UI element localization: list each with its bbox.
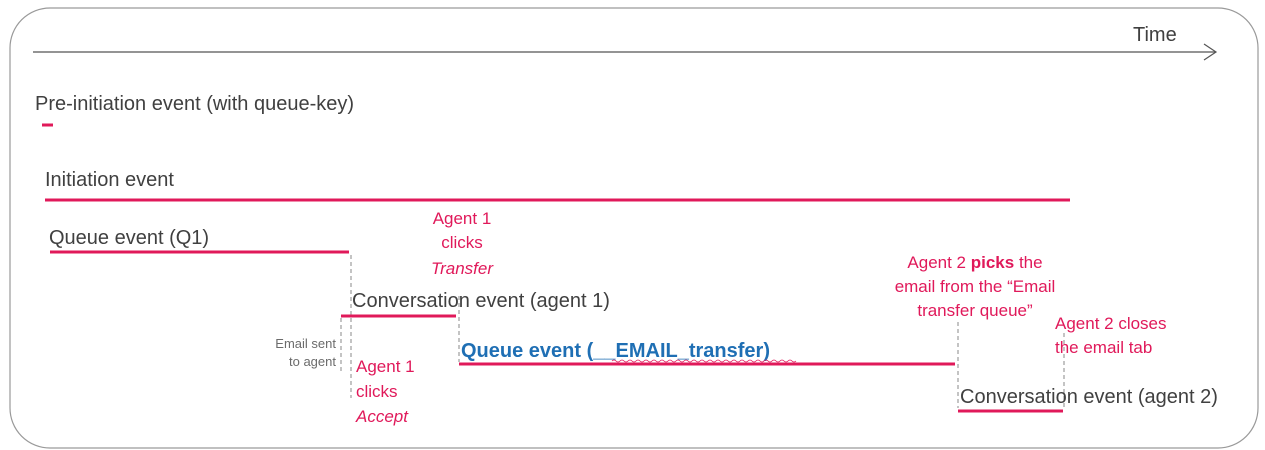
agent1-transfer-annotation-line1: Agent 1: [433, 209, 492, 228]
time-axis-label: Time: [1133, 24, 1177, 46]
agent1-accept-annotation-line1: Agent 1: [356, 357, 415, 376]
conversation-agent2-event-label: Conversation event (agent 2): [960, 386, 1218, 408]
email-sent-annotation-line2: to agent: [289, 354, 336, 369]
agent1-transfer-annotation-line2: clicks: [441, 233, 483, 252]
email-sent-annotation-line1: Email sent: [275, 336, 336, 351]
queue-email-transfer-event-label: Queue event (__EMAIL_transfer): [461, 340, 770, 362]
agent2-picks-annotation-line2: email from the “Email: [895, 277, 1056, 296]
conversation-agent1-event-label: Conversation event (agent 1): [352, 290, 610, 312]
queue-q1-event-label: Queue event (Q1): [49, 227, 209, 249]
agent2-picks-annotation-line3: transfer queue”: [917, 301, 1033, 320]
event-timeline-diagram: Time Pre-initiation event (with queue-ke…: [9, 7, 1259, 449]
agent1-accept-annotation-line3: Accept: [355, 407, 409, 426]
agent2-closes-annotation-line2: the email tab: [1055, 338, 1152, 357]
initiation-event-label: Initiation event: [45, 169, 174, 191]
agent2-closes-annotation-line1: Agent 2 closes: [1055, 314, 1167, 333]
agent1-transfer-annotation-line3: Transfer: [431, 259, 494, 278]
agent1-accept-annotation-line2: clicks: [356, 382, 398, 401]
pre-initiation-event-label: Pre-initiation event (with queue-key): [35, 93, 354, 115]
agent2-picks-annotation-line1: Agent 2 picks the: [907, 253, 1042, 272]
